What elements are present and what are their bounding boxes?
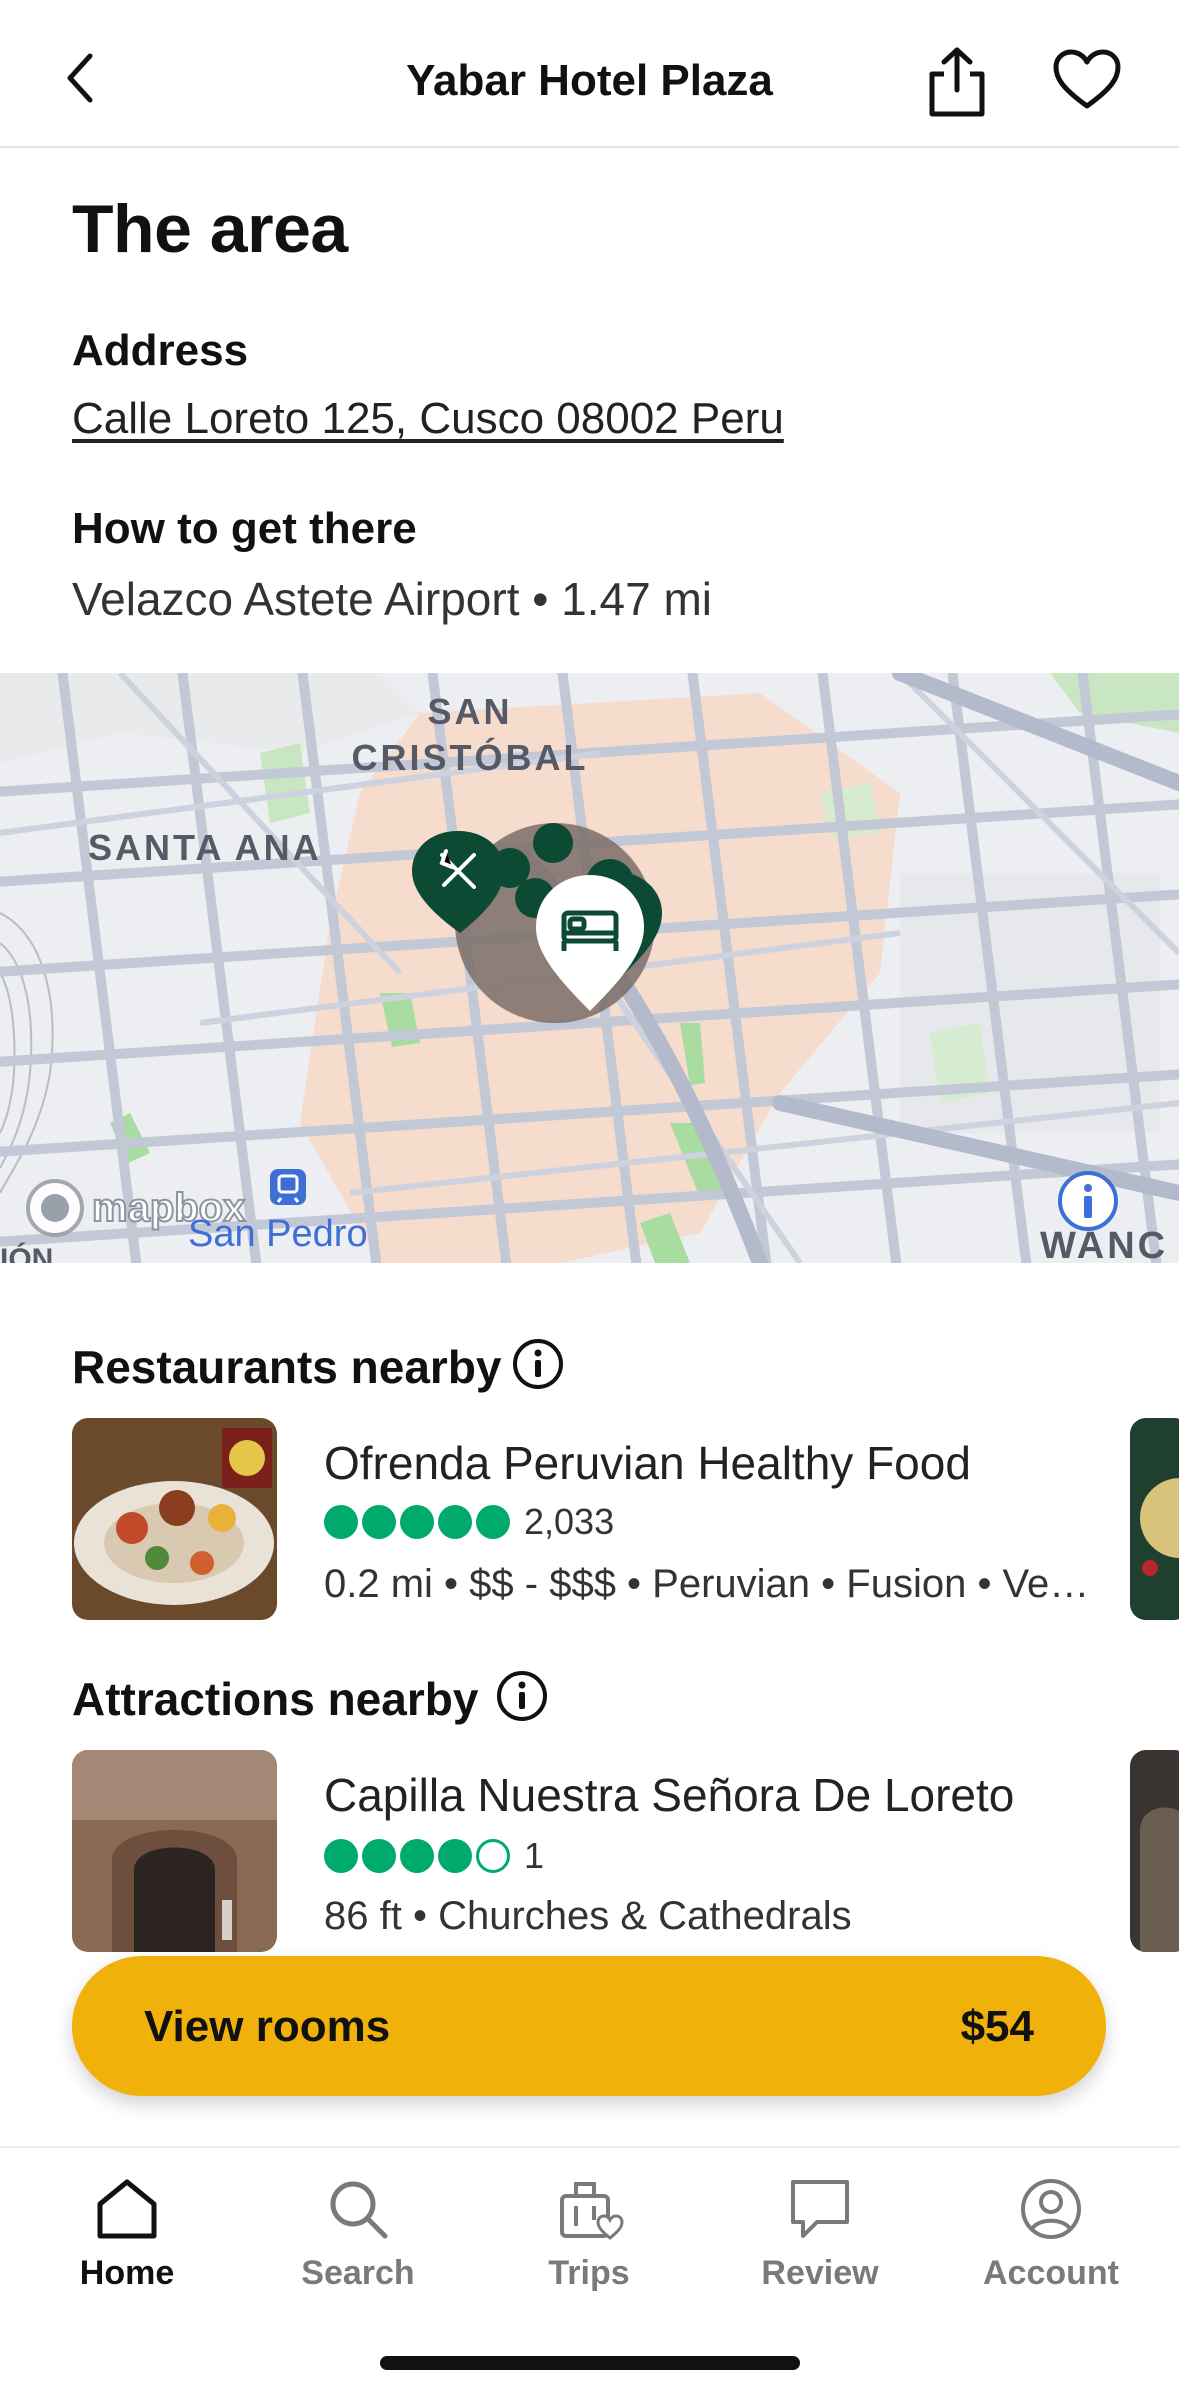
suitcase-heart-icon [560,2182,624,2240]
info-icon[interactable] [512,1338,564,1390]
share-button[interactable] [922,44,992,124]
restaurant-meta: 0.2 mi • $$ - $$$ • Peruvian • Fusion • … [324,1562,1096,1606]
tab-label: Search [301,2254,415,2292]
tab-search[interactable]: Search [258,2176,458,2316]
review-count: 2,033 [524,1501,615,1542]
area-map[interactable]: SAN CRISTÓBAL SANTA ANA mapbox San Pedro… [0,673,1179,1263]
hotel-pin-icon [536,875,644,1011]
map-label-edge-left: IÓN [0,1243,54,1263]
info-icon[interactable] [1056,1169,1120,1233]
tab-trips[interactable]: Trips [489,2176,689,2316]
map-label-san-pedro: San Pedro [188,1213,368,1255]
address-link[interactable]: Calle Loreto 125, Cusco 08002 Peru [72,394,784,444]
directions-label: How to get there [72,504,417,553]
tab-label: Home [79,2254,175,2292]
tab-label: Trips [548,2254,630,2292]
home-icon [97,2179,157,2239]
tab-review[interactable]: Review [720,2176,920,2316]
tab-label: Review [761,2254,879,2292]
page-title: Yabar Hotel Plaza [406,56,773,105]
directions-value: Velazco Astete Airport • 1.47 mi [72,573,713,625]
price-label: $54 [960,2002,1034,2051]
restaurant-photo [72,1418,277,1620]
share-icon [929,47,985,117]
map-label-san-cristobal: SAN CRISTÓBAL [351,691,589,778]
home-indicator [380,2356,800,2370]
restaurant-name: Ofrenda Peruvian Healthy Food [324,1437,971,1489]
attraction-photo-next [1130,1750,1179,1952]
view-rooms-label: View rooms [144,2002,391,2051]
attraction-name: Capilla Nuestra Señora De Loreto [324,1769,1015,1821]
top-app-bar: Yabar Hotel Plaza [0,0,1179,148]
favorite-button[interactable] [1052,48,1124,118]
tab-label: Account [983,2254,1119,2292]
attraction-meta: 86 ft • Churches & Cathedrals [324,1894,852,1938]
restaurants-title: Restaurants nearby [72,1341,502,1393]
attraction-photo [72,1750,277,1952]
address-label: Address [72,326,249,375]
map-label-santa-ana: SANTA ANA [88,827,322,868]
tab-home[interactable]: Home [27,2176,227,2316]
info-icon[interactable] [496,1670,548,1722]
rating-bubbles: 1 [324,1835,545,1876]
attractions-title: Attractions nearby [72,1673,479,1725]
view-rooms-button[interactable]: View rooms $54 [72,1956,1106,2096]
rating-bubbles: 2,033 [324,1501,615,1542]
search-icon [330,2181,388,2239]
restaurant-photo-next [1130,1418,1179,1620]
speech-bubble-icon [791,2180,849,2238]
heart-icon [1053,49,1121,109]
account-icon [1021,2179,1081,2239]
review-count: 1 [524,1835,545,1876]
section-title: The area [72,191,348,267]
map-pins[interactable] [400,823,720,1083]
tab-account[interactable]: Account [951,2176,1151,2316]
map-label-wanc: WANC [1040,1225,1169,1263]
